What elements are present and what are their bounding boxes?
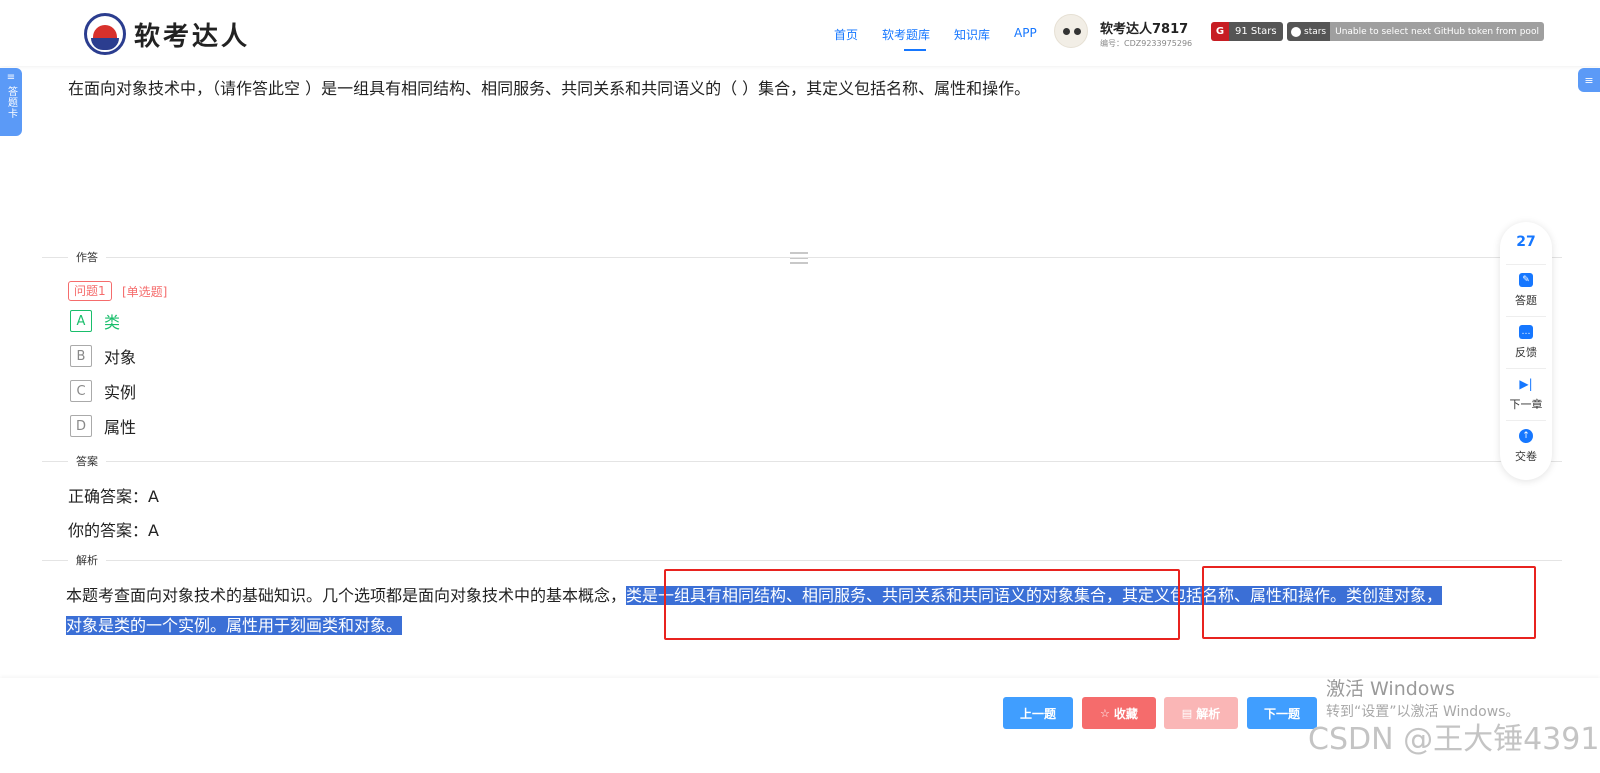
menu-icon: ≡ (6, 72, 16, 83)
menu-icon: ≡ (1584, 73, 1594, 87)
github-badge-message: Unable to select next GitHub token from … (1330, 22, 1544, 41)
answer-icon: ✎ (1519, 273, 1533, 287)
option-b[interactable]: B 对象 (70, 344, 136, 368)
star-icon: ☆ (1100, 706, 1110, 720)
question-number-tag: 问题1 (68, 281, 112, 301)
answer-card-label: 答题卡 (5, 86, 17, 119)
nav-item-home[interactable]: 首页 (834, 26, 858, 43)
github-badge-label: stars (1287, 22, 1331, 41)
annotation-box-1 (664, 569, 1180, 640)
option-text: 类 (104, 313, 121, 332)
option-letter: A (70, 310, 92, 332)
option-c[interactable]: C 实例 (70, 379, 136, 403)
main-nav: 首页 软考题库 知识库 APP (834, 26, 1061, 51)
right-menu-tab[interactable]: ≡ (1578, 68, 1600, 92)
section-label-result: 答案 (68, 453, 106, 469)
toolbar-feedback[interactable]: … 反馈 (1506, 316, 1546, 368)
next-question-button[interactable]: 下一题 (1247, 697, 1317, 729)
next-chapter-icon: ▶| (1519, 377, 1533, 391)
toolbar-label: 交卷 (1515, 450, 1537, 463)
gitee-stars-badge[interactable]: G 91 Stars (1211, 22, 1283, 41)
gitee-icon: G (1211, 22, 1229, 41)
floating-toolbar: 27 ✎ 答题 … 反馈 ▶| 下一章 ↑ 交卷 (1500, 222, 1552, 480)
option-a[interactable]: A 类 (70, 309, 120, 333)
document-icon: ▤ (1181, 706, 1193, 720)
toolbar-label: 反馈 (1515, 346, 1537, 359)
nav-item-question-bank[interactable]: 软考题库 (882, 26, 930, 51)
user-avatar[interactable] (1054, 14, 1088, 48)
divider (42, 461, 1562, 462)
resize-handle[interactable] (790, 252, 808, 267)
github-icon (1291, 26, 1301, 37)
github-stars-badge[interactable]: stars Unable to select next GitHub token… (1287, 22, 1544, 41)
option-letter: D (70, 415, 92, 437)
windows-activation-title: 激活 Windows (1326, 678, 1455, 700)
answer-card-tab[interactable]: ≡ 答题卡 (0, 68, 22, 136)
toolbar-next-chapter[interactable]: ▶| 下一章 (1506, 368, 1546, 420)
favorite-button[interactable]: ☆ 收藏 (1082, 697, 1156, 729)
toolbar-label: 下一章 (1509, 398, 1543, 411)
logo-text: 软考达人 (134, 21, 251, 52)
question-count: 27 (1516, 234, 1536, 250)
nav-item-knowledge[interactable]: 知识库 (954, 26, 990, 43)
divider (42, 257, 1562, 258)
toolbar-answer[interactable]: ✎ 答题 (1506, 264, 1546, 316)
section-label-answer: 作答 (68, 249, 106, 265)
option-d[interactable]: D 属性 (70, 414, 136, 438)
analysis-plain: 本题考查面向对象技术的基础知识。几个选项都是面向对象技术中的基本概念， (66, 586, 627, 605)
analysis-button[interactable]: ▤ 解析 (1164, 697, 1238, 729)
option-letter: B (70, 345, 92, 367)
toolbar-submit[interactable]: ↑ 交卷 (1506, 420, 1546, 472)
gitee-stars-count: 91 Stars (1229, 22, 1283, 41)
site-logo[interactable]: 软考达人 (84, 13, 250, 55)
option-text: 属性 (104, 418, 137, 437)
question-type-tag: [单选题] (122, 285, 168, 299)
analysis-selected-2: 对象是类的一个实例。属性用于刻画类和对象。 (66, 616, 403, 635)
user-name: 软考达人7817 (1100, 22, 1189, 37)
divider (42, 560, 1562, 561)
correct-answer: 正确答案：A (68, 487, 159, 506)
user-id: 编号：CDZ9233975296 (1100, 39, 1193, 48)
toolbar-label: 答题 (1515, 294, 1537, 307)
top-header: 软考达人 首页 软考题库 知识库 APP 软考达人7817 编号：CDZ9233… (0, 0, 1600, 66)
prev-question-button[interactable]: 上一题 (1003, 697, 1073, 729)
section-label-analysis: 解析 (68, 552, 106, 568)
submit-icon: ↑ (1519, 429, 1533, 443)
csdn-watermark: CSDN @王大锤4391 (1308, 722, 1600, 757)
question-text: 在面向对象技术中，（请作答此空 ）是一组具有相同结构、相同服务、共同关系和共同语… (68, 79, 1031, 98)
annotation-box-2 (1202, 566, 1536, 639)
logo-icon (84, 13, 126, 55)
your-answer: 你的答案：A (68, 521, 159, 540)
option-text: 实例 (104, 383, 137, 402)
option-letter: C (70, 380, 92, 402)
feedback-icon: … (1519, 325, 1533, 339)
option-text: 对象 (104, 348, 137, 367)
nav-item-app[interactable]: APP (1014, 26, 1037, 43)
